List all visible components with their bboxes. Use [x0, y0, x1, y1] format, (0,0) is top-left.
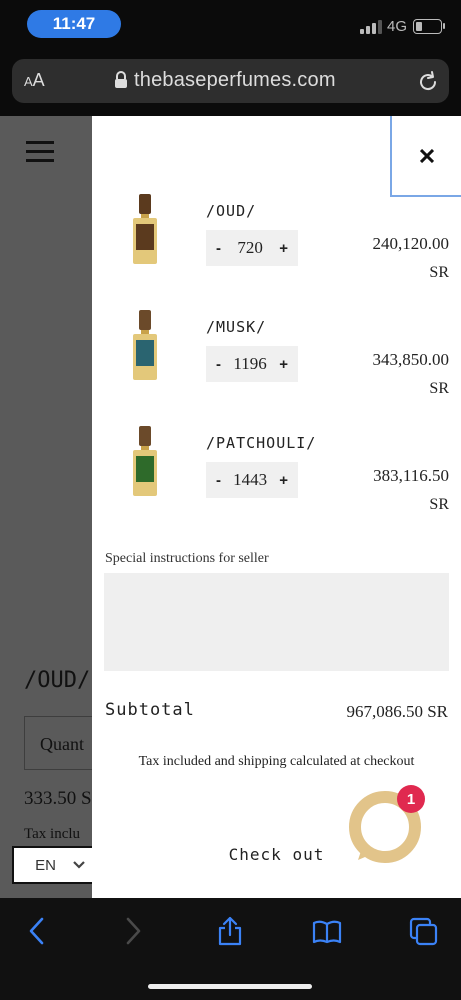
battery-tip [443, 23, 445, 29]
bg-tax-note: Tax inclu [24, 826, 81, 842]
reload-icon[interactable] [416, 70, 440, 94]
instructions-textarea[interactable] [104, 573, 449, 671]
instructions-label: Special instructions for seller [105, 551, 269, 566]
line-price: 240,120.00 [372, 234, 450, 253]
product-name: /PATCHOULI/ [206, 434, 317, 452]
currency-label: SR [429, 496, 449, 513]
chevron-down-icon [73, 861, 85, 869]
status-time: 11:47 [27, 10, 121, 38]
subtotal-label: Subtotal [105, 700, 195, 720]
battery-icon [413, 19, 442, 34]
tax-shipping-note: Tax included and shipping calculated at … [138, 754, 415, 769]
quantity-stepper[interactable]: - 1196 + [206, 346, 298, 382]
chat-badge: 1 [397, 785, 425, 813]
bg-quantity-label: Quant [40, 734, 84, 754]
quantity-value[interactable]: 1196 [233, 354, 266, 374]
bg-product-title: /OUD/ [24, 668, 91, 693]
increase-button[interactable]: + [279, 356, 288, 373]
perfume-bottle-image [133, 426, 157, 496]
decrease-button[interactable]: - [216, 356, 221, 373]
language-label: EN [35, 856, 56, 874]
quantity-value[interactable]: 720 [237, 238, 263, 258]
cart-item: /OUD/ - 720 + 240,120.00 SR [92, 194, 461, 318]
cart-item: /MUSK/ - 1196 + 343,850.00 SR [92, 310, 461, 434]
close-button[interactable] [390, 116, 461, 197]
perfume-bottle-image [133, 310, 157, 380]
product-name: /MUSK/ [206, 318, 267, 336]
line-price: 383,116.50 [373, 466, 449, 485]
decrease-button[interactable]: - [216, 240, 221, 257]
tabs-icon[interactable] [407, 915, 439, 947]
home-indicator [148, 984, 312, 989]
signal-icon [360, 20, 382, 34]
forward-icon[interactable] [116, 915, 148, 947]
back-icon[interactable] [22, 915, 54, 947]
quantity-stepper[interactable]: - 1443 + [206, 462, 298, 498]
bg-price: 333.50 S [24, 788, 92, 809]
currency-label: SR [429, 380, 449, 397]
network-label: 4G [387, 18, 408, 35]
bookmarks-icon[interactable] [311, 915, 343, 947]
quantity-value[interactable]: 1443 [233, 470, 267, 490]
lock-icon [115, 71, 127, 88]
text-size-button[interactable]: AA [24, 70, 45, 91]
cart-item: /PATCHOULI/ - 1443 + 383,116.50 SR [92, 426, 461, 550]
line-price: 343,850.00 [372, 350, 450, 369]
close-icon [419, 148, 434, 163]
menu-icon[interactable] [26, 141, 54, 163]
increase-button[interactable]: + [279, 472, 288, 489]
currency-label: SR [429, 264, 449, 281]
perfume-bottle-image [133, 194, 157, 264]
url-text[interactable]: thebaseperfumes.com [134, 69, 336, 92]
subtotal-value: 967,086.50 SR [346, 702, 448, 721]
share-icon[interactable] [214, 915, 246, 947]
product-name: /OUD/ [206, 202, 257, 220]
quantity-stepper[interactable]: - 720 + [206, 230, 298, 266]
decrease-button[interactable]: - [216, 472, 221, 489]
increase-button[interactable]: + [279, 240, 288, 257]
